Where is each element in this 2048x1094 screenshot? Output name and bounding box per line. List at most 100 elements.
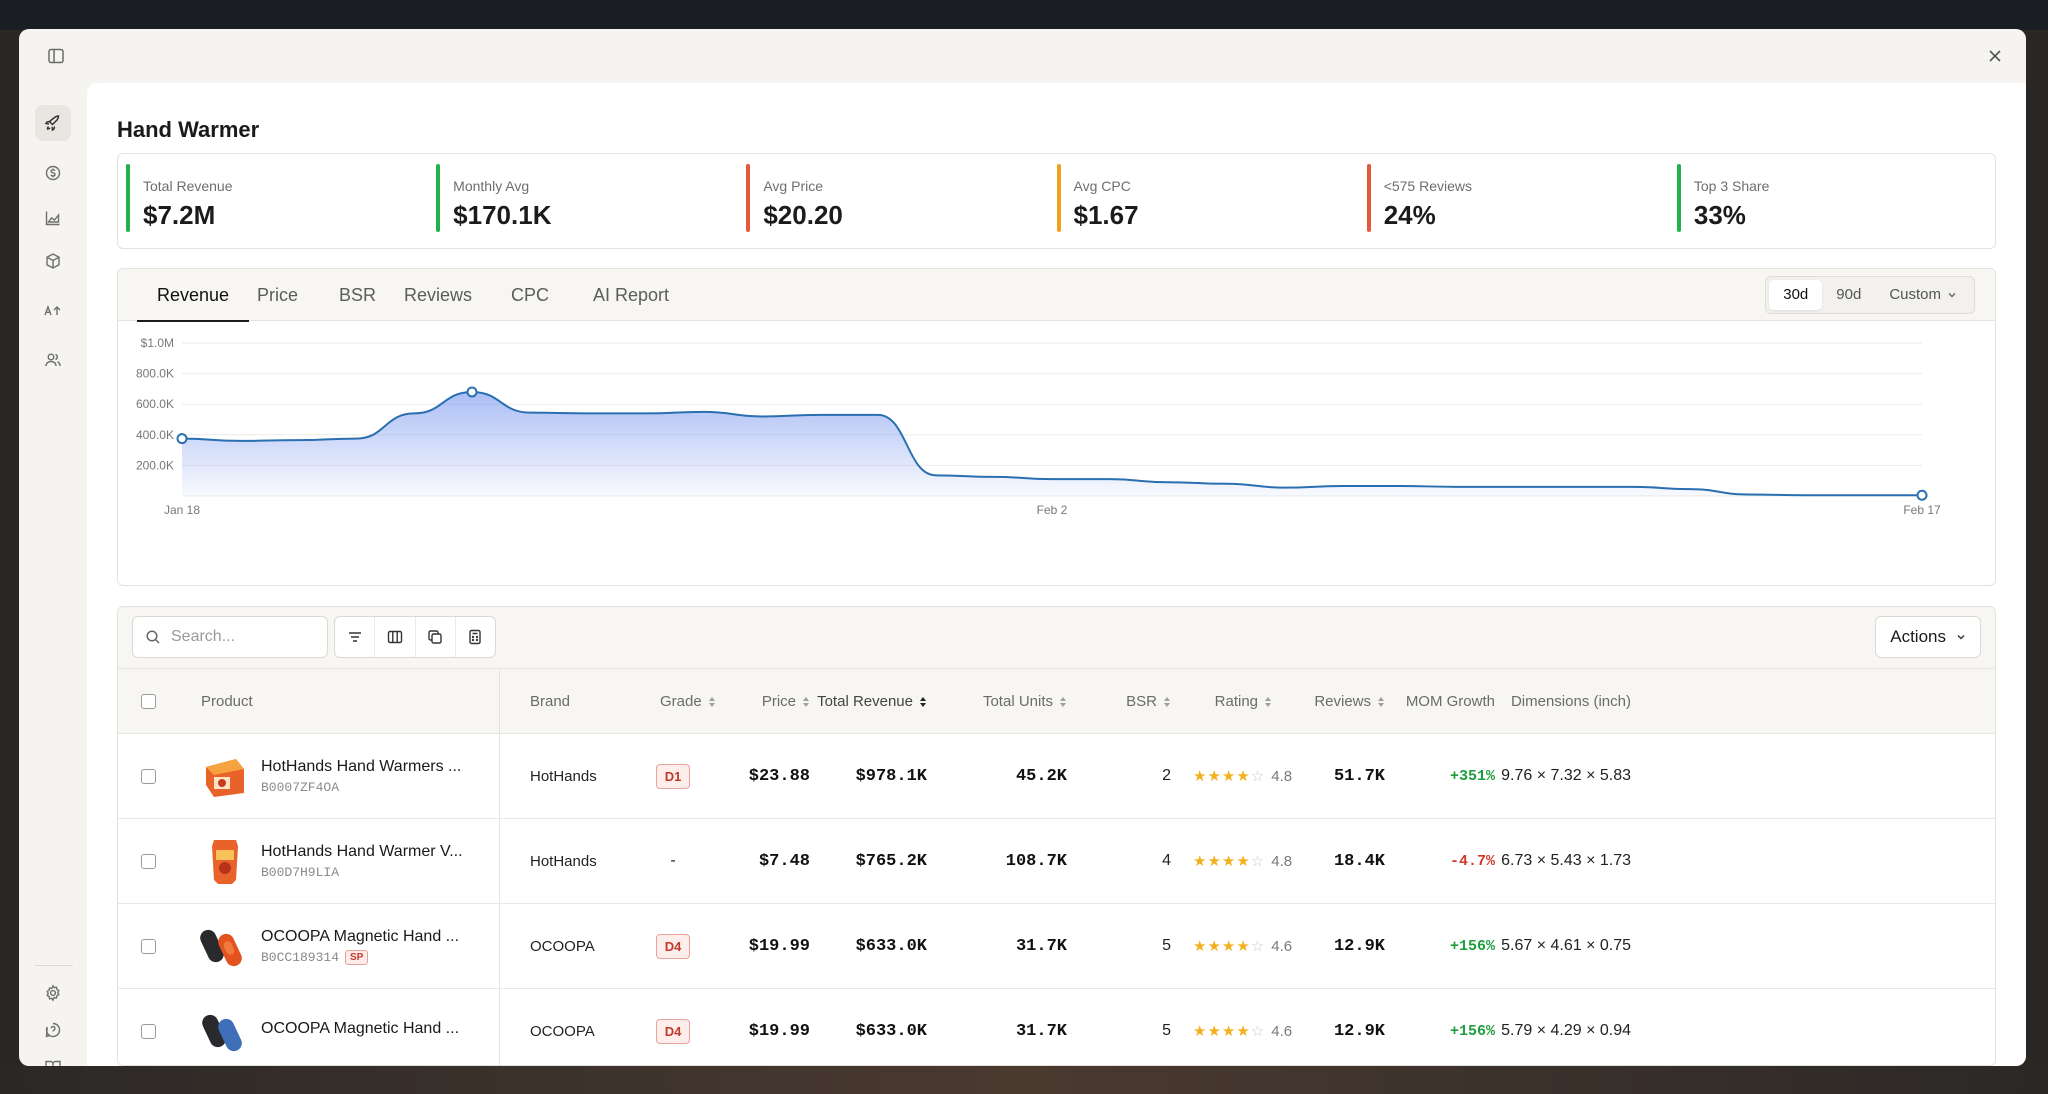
- row-checkbox[interactable]: [141, 734, 156, 818]
- brand-cell: OCOOPA: [530, 937, 595, 955]
- header-rating[interactable]: Rating: [1183, 669, 1272, 734]
- tab-cpc[interactable]: CPC: [491, 269, 569, 321]
- close-icon[interactable]: [1982, 43, 2008, 69]
- sponsored-badge: SP: [345, 949, 369, 965]
- header-dimensions[interactable]: Dimensions (inch): [1508, 669, 1631, 734]
- sort-icon: [1163, 696, 1171, 708]
- product-name[interactable]: OCOOPA Magnetic Hand ...: [261, 928, 459, 946]
- x-tick-label: Feb 17: [1903, 503, 1941, 517]
- rocket-icon[interactable]: [35, 105, 71, 141]
- area-chart-icon[interactable]: [35, 200, 71, 236]
- products-table-card: Actions Product Brand Grade Price Total …: [117, 606, 1996, 1066]
- grade-badge: D4: [655, 1018, 691, 1044]
- modal-topbar: [19, 29, 2026, 83]
- header-mom-growth[interactable]: MOM Growth: [1396, 669, 1495, 734]
- y-tick-label: 400.0K: [136, 428, 174, 442]
- product-name[interactable]: HotHands Hand Warmer V...: [261, 843, 463, 861]
- revenue-cell: $765.2K: [855, 851, 927, 871]
- row-checkbox[interactable]: [141, 819, 156, 903]
- product-info: OCOOPA Magnetic Hand ...: [261, 989, 459, 1065]
- kpi-total-revenue: Total Revenue $7.2M: [126, 164, 436, 238]
- kpi-label: Total Revenue: [143, 178, 233, 194]
- y-tick-label: 600.0K: [136, 397, 174, 411]
- backdrop-top: [0, 0, 2048, 30]
- product-thumbnail[interactable]: [200, 989, 250, 1065]
- kpi-value: 24%: [1383, 200, 1436, 230]
- header-product[interactable]: Product: [201, 669, 253, 734]
- tab-price[interactable]: Price: [237, 269, 318, 321]
- product-name[interactable]: HotHands Hand Warmers ...: [261, 758, 461, 776]
- product-thumbnail[interactable]: [200, 904, 250, 988]
- calculator-icon[interactable]: [456, 617, 495, 657]
- kpi-value: $7.2M: [143, 200, 216, 230]
- row-checkbox[interactable]: [141, 989, 156, 1065]
- kpi-avg-price: Avg Price $20.20: [746, 164, 1056, 238]
- header-total-units[interactable]: Total Units: [930, 669, 1067, 734]
- table-row[interactable]: HotHands Hand Warmer V... B00D7H9LIA Hot…: [118, 819, 1995, 904]
- range-selector: 30d 90d Custom: [1765, 276, 1975, 314]
- grade-cell: -: [670, 852, 676, 869]
- search-icon: [146, 630, 160, 644]
- table-row[interactable]: OCOOPA Magnetic Hand ... B0CC189314 SP OC…: [118, 904, 1995, 989]
- kpi-value: $1.67: [1073, 200, 1139, 230]
- product-asin: B00D7H9LIA: [261, 864, 340, 880]
- search-input[interactable]: [171, 628, 311, 646]
- dollar-circle-icon[interactable]: [35, 155, 71, 191]
- units-cell: 108.7K: [1005, 851, 1067, 871]
- tab-revenue[interactable]: Revenue: [137, 269, 250, 322]
- tab-ai-report[interactable]: AI Report: [573, 269, 689, 321]
- header-brand[interactable]: Brand: [530, 669, 570, 734]
- rating-cell: ★★★★☆ 4.8: [1193, 819, 1292, 903]
- grade-cell: D1: [646, 734, 700, 818]
- package-icon[interactable]: [35, 243, 71, 279]
- rating-cell: ★★★★☆ 4.6: [1193, 904, 1292, 988]
- users-icon[interactable]: [35, 342, 71, 378]
- kpi-value: $170.1K: [453, 200, 552, 230]
- range-90d-button[interactable]: 90d: [1822, 280, 1875, 310]
- kpi-value: 33%: [1693, 200, 1746, 230]
- help-circle-icon[interactable]: [35, 1012, 71, 1048]
- sidebar: [19, 83, 87, 1066]
- table-row[interactable]: HotHands Hand Warmers ... B0007ZF4OA Hot…: [118, 734, 1995, 819]
- brand-cell: HotHands: [530, 852, 597, 870]
- copy-icon[interactable]: [416, 617, 456, 657]
- kpi-label: Avg Price: [763, 178, 824, 194]
- filter-icon[interactable]: [335, 617, 376, 657]
- settings-gear-icon[interactable]: [35, 975, 71, 1011]
- mom-growth-cell: +351%: [1449, 767, 1495, 785]
- translate-icon[interactable]: [35, 293, 71, 329]
- product-info: HotHands Hand Warmers ... B0007ZF4OA: [261, 734, 461, 818]
- actions-button[interactable]: Actions: [1875, 616, 1981, 658]
- kpi-top3-share: Top 3 Share 33%: [1676, 164, 1987, 238]
- y-tick-label: 200.0K: [136, 458, 174, 472]
- columns-icon[interactable]: [375, 617, 416, 657]
- book-open-icon[interactable]: [35, 1049, 71, 1066]
- tab-reviews[interactable]: Reviews: [384, 269, 492, 321]
- table-row[interactable]: OCOOPA Magnetic Hand ... OCOOPA D4 $19.9…: [118, 989, 1995, 1065]
- table-tools: [334, 616, 496, 658]
- header-reviews[interactable]: Reviews: [1284, 669, 1385, 734]
- range-custom-label: Custom: [1889, 286, 1941, 303]
- range-custom-dropdown[interactable]: Custom: [1875, 280, 1971, 310]
- kpi-row: Total Revenue $7.2M Monthly Avg $170.1K …: [117, 153, 1996, 249]
- mom-growth-cell: +156%: [1449, 937, 1495, 955]
- grade-badge: D4: [655, 933, 691, 959]
- row-checkbox[interactable]: [141, 904, 156, 988]
- header-bsr[interactable]: BSR: [1070, 669, 1171, 734]
- header-total-revenue[interactable]: Total Revenue: [794, 669, 927, 734]
- dimensions-cell: 5.79 × 4.29 × 0.94: [1501, 1022, 1631, 1039]
- sort-icon: [1059, 696, 1067, 708]
- actions-label: Actions: [1890, 627, 1946, 646]
- bsr-cell: 5: [1162, 1022, 1171, 1039]
- range-30d-button[interactable]: 30d: [1769, 280, 1823, 310]
- product-thumbnail[interactable]: [200, 734, 250, 818]
- product-name[interactable]: OCOOPA Magnetic Hand ...: [261, 1020, 459, 1038]
- kpi-accent-bar: [1366, 164, 1371, 232]
- sidebar-toggle-icon[interactable]: [43, 43, 69, 69]
- kpi-low-reviews: <575 Reviews 24%: [1366, 164, 1677, 238]
- kpi-accent-bar: [1056, 164, 1061, 232]
- sort-icon: [1377, 696, 1385, 708]
- select-all-checkbox[interactable]: [141, 669, 157, 734]
- brand-cell: OCOOPA: [530, 1022, 595, 1040]
- product-thumbnail[interactable]: [200, 819, 250, 903]
